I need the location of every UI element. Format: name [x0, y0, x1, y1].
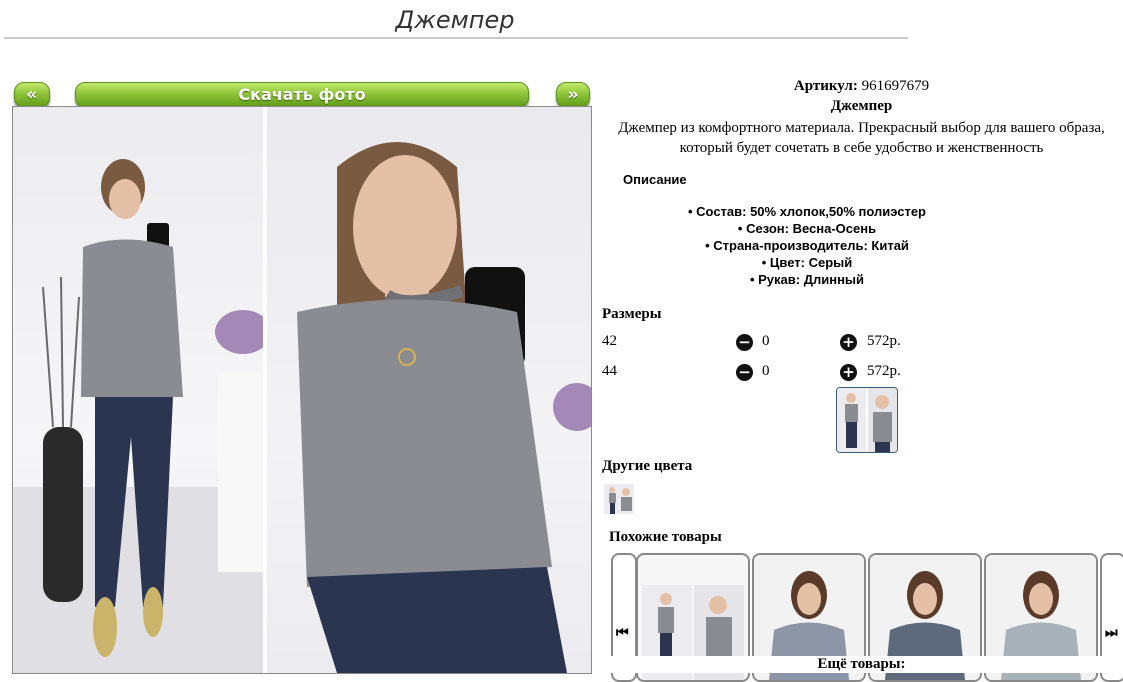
- title-divider: [4, 37, 908, 39]
- size-price: 572р.: [867, 363, 901, 379]
- decrease-quantity-icon[interactable]: −: [736, 364, 753, 381]
- size-row: 44 − 0 + 572р.: [602, 363, 902, 383]
- more-products-label: Ещё товары:: [600, 656, 1123, 673]
- page-title: Джемпер: [395, 6, 515, 34]
- attribute-color: Цвет: Серый: [600, 254, 1014, 271]
- increase-quantity-icon[interactable]: +: [840, 334, 857, 351]
- product-photo-full-length: [13, 107, 263, 673]
- product-name: Джемпер: [830, 98, 893, 114]
- sizes-heading: Размеры: [602, 306, 662, 322]
- attribute-composition: Состав: 50% хлопок,50% полиэстер: [600, 203, 1014, 220]
- skip-forward-icon: ⏭: [1105, 625, 1118, 641]
- size-label: 42: [602, 333, 617, 349]
- increase-quantity-icon[interactable]: +: [840, 364, 857, 381]
- product-description: Джемпер из комфортного материала. Прекра…: [618, 120, 1105, 156]
- download-photo-button[interactable]: Скачать фото: [75, 82, 529, 108]
- description-heading: Описание: [623, 172, 687, 187]
- quantity-value: 0: [762, 363, 770, 379]
- other-colors-heading: Другие цвета: [602, 458, 693, 474]
- color-variant-thumbnail[interactable]: [604, 484, 634, 514]
- attributes-list: Состав: 50% хлопок,50% полиэстер Сезон: …: [600, 203, 1014, 288]
- product-photo-frame: [12, 106, 592, 674]
- attribute-season: Сезон: Весна-Осень: [600, 220, 1014, 237]
- quantity-value: 0: [762, 333, 770, 349]
- size-price: 572р.: [867, 333, 901, 349]
- size-row: 42 − 0 + 572р.: [602, 333, 902, 353]
- size-thumbnail[interactable]: [836, 387, 898, 453]
- sku-value: 961697679: [861, 78, 930, 94]
- prev-photo-button[interactable]: «: [14, 82, 50, 108]
- product-photo-closeup: [267, 107, 591, 673]
- attribute-sleeve: Рукав: Длинный: [600, 271, 1014, 288]
- sku-label: Артикул:: [793, 78, 858, 94]
- attribute-country: Страна-производитель: Китай: [600, 237, 1014, 254]
- product-sku: Артикул: 961697679: [600, 78, 1123, 95]
- skip-back-icon: ⏮: [616, 625, 629, 641]
- similar-products-heading: Похожие товары: [609, 529, 722, 545]
- next-photo-button[interactable]: »: [556, 82, 590, 108]
- size-label: 44: [602, 363, 617, 379]
- decrease-quantity-icon[interactable]: −: [736, 334, 753, 351]
